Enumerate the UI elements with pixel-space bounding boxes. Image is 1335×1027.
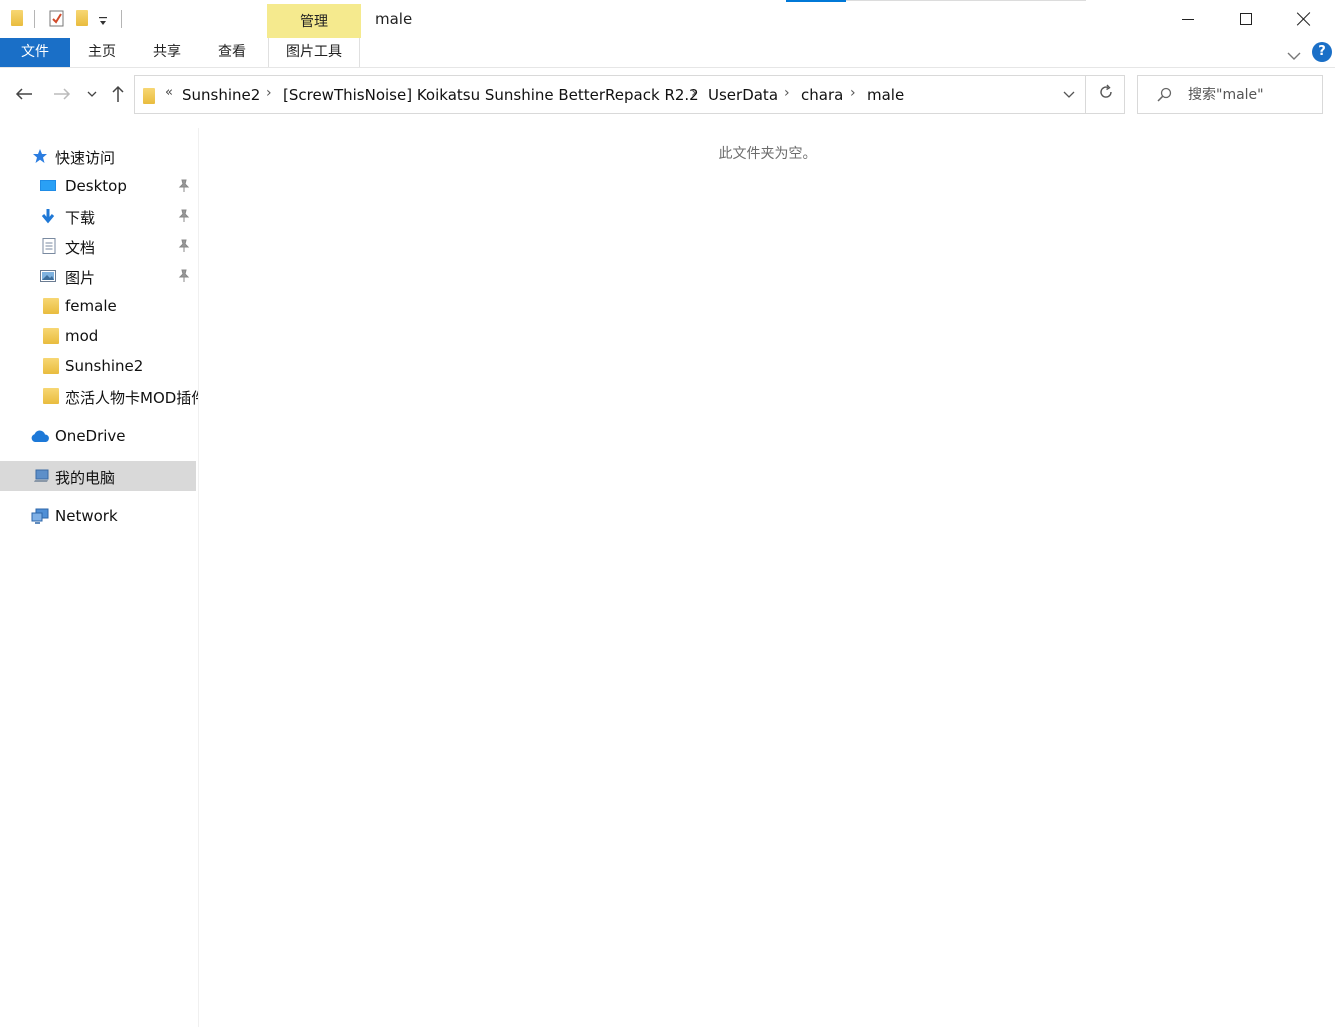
customize-qat-icon[interactable]: [98, 12, 108, 31]
forward-button[interactable]: [50, 82, 74, 106]
nav-label: Network: [55, 507, 118, 525]
tab-manage[interactable]: 管理: [267, 4, 361, 38]
accent-strip: [786, 0, 846, 2]
nav-label: 图片: [65, 269, 96, 287]
breadcrumb-item[interactable]: UserData: [708, 86, 778, 104]
search-input[interactable]: [1188, 76, 1318, 113]
search-box[interactable]: [1137, 75, 1323, 114]
minimize-icon: [1182, 18, 1194, 20]
arrow-left-icon: [15, 88, 32, 100]
computer-icon: [34, 469, 49, 482]
nav-item-mod[interactable]: mod: [0, 321, 196, 351]
nav-label: Desktop: [65, 177, 127, 195]
back-button[interactable]: [12, 82, 36, 106]
chevron-down-icon: [1063, 91, 1075, 98]
nav-label: OneDrive: [55, 427, 126, 445]
tab-share[interactable]: 共享: [138, 38, 196, 67]
arrow-up-icon: [112, 85, 124, 102]
pin-icon[interactable]: [178, 239, 190, 253]
nav-label: Sunshine2: [65, 357, 144, 375]
window-title: male: [375, 10, 413, 28]
nav-item-female[interactable]: female: [0, 291, 196, 321]
network-icon: [31, 508, 49, 524]
file-list[interactable]: 此文件夹为空。: [200, 128, 1335, 1027]
breadcrumb-item[interactable]: Sunshine2: [182, 86, 260, 104]
address-history-button[interactable]: [1057, 83, 1081, 107]
nav-label: 文档: [65, 239, 96, 257]
nav-label: 下载: [65, 209, 96, 227]
nav-item-desktop[interactable]: Desktop: [0, 171, 196, 201]
nav-this-pc[interactable]: 我的电脑: [0, 461, 196, 491]
folder-icon: [43, 298, 59, 314]
divider: [1085, 76, 1086, 113]
tab-home[interactable]: 主页: [73, 38, 131, 67]
address-bar[interactable]: « Sunshine2 › [ScrewThisNoise] Koikatsu …: [134, 75, 1125, 114]
tab-file[interactable]: 文件: [0, 38, 70, 67]
expand-ribbon-icon[interactable]: [1287, 46, 1301, 60]
navigation-pane: 快速访问 Desktop 下载 文档 图片 female mod Sunshin…: [0, 128, 198, 1027]
folder-icon: [11, 10, 23, 26]
tab-view[interactable]: 查看: [203, 38, 261, 67]
breadcrumb-chevron-icon[interactable]: ›: [784, 85, 790, 101]
nav-label: 快速访问: [55, 149, 116, 167]
arrow-right-icon: [54, 88, 71, 100]
nav-item-documents[interactable]: 文档: [0, 231, 196, 261]
breadcrumb-chevron-icon[interactable]: ›: [691, 85, 697, 101]
refresh-button[interactable]: [1093, 83, 1119, 107]
nav-label: 恋活人物卡MOD插件: [65, 389, 198, 407]
navigation-bar: « Sunshine2 › [ScrewThisNoise] Koikatsu …: [0, 72, 1335, 116]
breadcrumb-item[interactable]: chara: [801, 86, 843, 104]
empty-folder-message: 此文件夹为空。: [718, 146, 817, 162]
separator: [121, 10, 122, 28]
tab-picture-tools[interactable]: 图片工具: [268, 38, 360, 67]
nav-item-downloads[interactable]: 下载: [0, 201, 196, 231]
document-icon: [42, 238, 56, 254]
help-button[interactable]: ?: [1312, 42, 1332, 62]
ribbon-tabs: 文件 主页 共享 查看 图片工具 ?: [0, 38, 1335, 68]
cloud-icon: [31, 430, 49, 442]
minimize-button[interactable]: [1159, 0, 1217, 38]
close-button[interactable]: [1275, 0, 1333, 38]
star-icon: [33, 149, 47, 163]
download-icon: [41, 209, 55, 224]
nav-item-sunshine2[interactable]: Sunshine2: [0, 351, 196, 381]
divider: [846, 0, 1086, 1]
recent-locations-button[interactable]: [82, 82, 102, 106]
new-folder-icon[interactable]: [76, 10, 88, 26]
breadcrumb-chevron-icon[interactable]: ›: [266, 85, 272, 101]
breadcrumb-overflow[interactable]: «: [165, 85, 173, 100]
folder-icon: [43, 358, 59, 374]
up-button[interactable]: [106, 82, 130, 106]
maximize-button[interactable]: [1217, 0, 1275, 38]
nav-label: 我的电脑: [55, 469, 116, 487]
separator: [34, 10, 35, 28]
pin-icon[interactable]: [178, 209, 190, 223]
nav-label: mod: [65, 327, 99, 345]
nav-quick-access[interactable]: 快速访问: [0, 141, 196, 171]
properties-icon[interactable]: [49, 9, 65, 31]
desktop-icon: [40, 180, 56, 191]
nav-onedrive[interactable]: OneDrive: [0, 421, 196, 451]
folder-icon: [143, 88, 155, 104]
close-icon: [1297, 12, 1311, 26]
search-icon: [1157, 87, 1172, 102]
maximize-icon: [1240, 13, 1252, 25]
pin-icon[interactable]: [178, 179, 190, 193]
chevron-down-icon: [87, 91, 97, 97]
title-bar: 管理 male: [0, 0, 1335, 38]
folder-icon: [43, 388, 59, 404]
pin-icon[interactable]: [178, 269, 190, 283]
folder-icon: [43, 328, 59, 344]
pane-divider[interactable]: [198, 128, 199, 1027]
nav-item-mod-plugin-folder[interactable]: 恋活人物卡MOD插件: [0, 381, 198, 411]
refresh-icon: [1100, 84, 1112, 98]
nav-label: female: [65, 297, 117, 315]
breadcrumb-item[interactable]: male: [867, 86, 904, 104]
breadcrumb-item[interactable]: [ScrewThisNoise] Koikatsu Sunshine Bette…: [283, 86, 699, 104]
pictures-icon: [40, 270, 56, 282]
nav-item-pictures[interactable]: 图片: [0, 261, 196, 291]
breadcrumb-chevron-icon[interactable]: ›: [850, 85, 856, 101]
nav-network[interactable]: Network: [0, 501, 196, 531]
